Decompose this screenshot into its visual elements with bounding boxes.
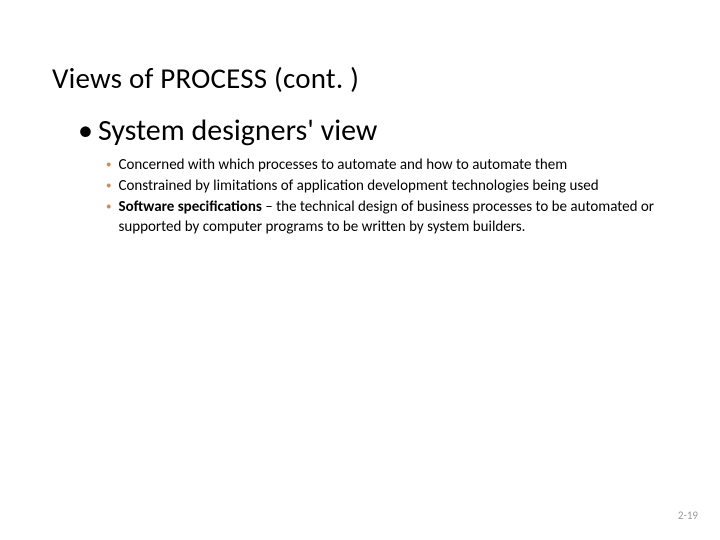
bold-term: Software specifications: [118, 198, 261, 216]
bullet-icon: •: [106, 177, 111, 196]
list-item: • Constrained by limitations of applicat…: [106, 177, 666, 196]
list-item: • Concerned with which processes to auto…: [106, 156, 666, 175]
bullet-icon: •: [78, 112, 93, 149]
list-item-text: Software specifications – the technical …: [118, 198, 666, 236]
main-bullet-text: System designers' view: [98, 112, 377, 149]
list-item: • Software specifications – the technica…: [106, 198, 666, 236]
slide-title: Views of PROCESS (cont. ): [52, 60, 359, 96]
sub-bullet-list: • Concerned with which processes to auto…: [106, 156, 666, 239]
main-bullet: •System designers' view: [78, 112, 377, 149]
list-item-text: Constrained by limitations of applicatio…: [118, 177, 666, 196]
bullet-icon: •: [106, 156, 111, 175]
page-number: 2-19: [678, 509, 698, 522]
bullet-icon: •: [106, 198, 111, 236]
list-item-text: Concerned with which processes to automa…: [118, 156, 666, 175]
slide: Views of PROCESS (cont. ) •System design…: [0, 0, 720, 540]
